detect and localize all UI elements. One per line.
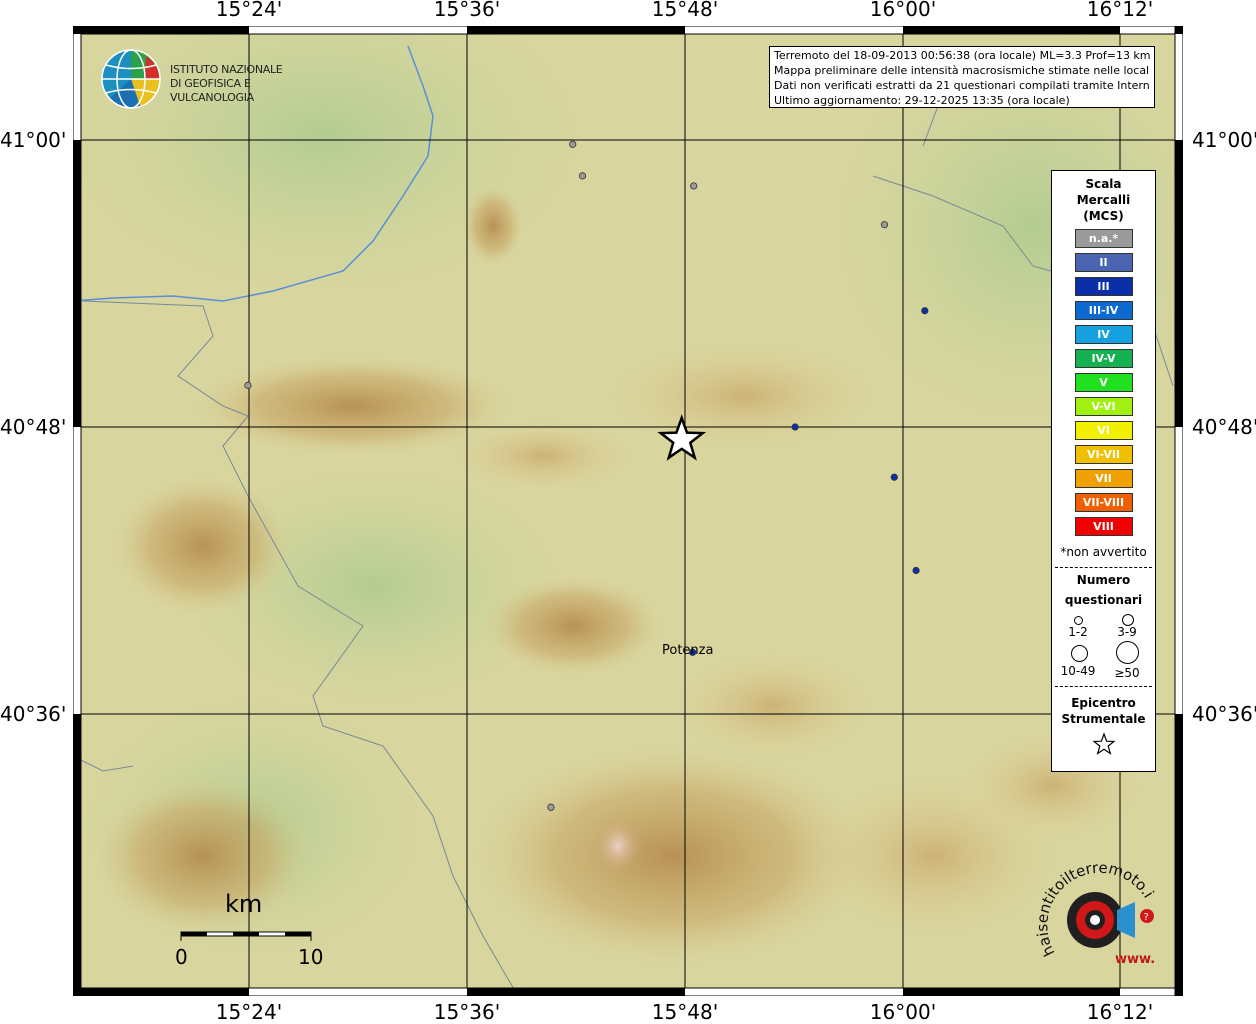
legend-title-line3: (MCS) <box>1083 209 1124 223</box>
ingv-logo: ISTITUTO NAZIONALE DI GEOFISICA E VULCAN… <box>100 48 330 110</box>
size-label-2: 3-9 <box>1117 625 1137 639</box>
lon-tick-bottom-4: 16°00' <box>869 1000 937 1024</box>
legend-title-line2: Mercalli <box>1076 193 1131 207</box>
lat-tick-left-2: 40°48' <box>0 415 67 439</box>
lat-tick-right-1: 41°00' <box>1192 128 1256 152</box>
intensity-swatch: IV-V <box>1074 349 1133 368</box>
legend: Scala Mercalli (MCS) n.a.* II III III-IV IV I… <box>1051 170 1156 772</box>
epicenter-star-icon <box>1091 732 1116 755</box>
size-circle-xlarge <box>1116 641 1139 664</box>
intensity-swatch: V-VI <box>1074 397 1133 416</box>
observation-point[interactable] <box>912 566 920 575</box>
size-circle-large <box>1071 645 1088 662</box>
legend-title-line1: Scala <box>1085 177 1122 191</box>
lon-tick-bottom-5: 16°12' <box>1086 1000 1154 1024</box>
size-circle-small <box>1074 616 1083 625</box>
questionnaires-title-line2: questionari <box>1064 593 1143 607</box>
intensity-swatch: VI-VII <box>1074 445 1133 464</box>
observation-point[interactable] <box>921 307 929 315</box>
ingv-name-line1: ISTITUTO NAZIONALE <box>170 63 283 76</box>
legend-divider <box>1055 567 1152 568</box>
lon-tick-bottom-3: 15°48' <box>651 1000 719 1024</box>
intensity-swatch: VI <box>1074 421 1133 440</box>
observation-point[interactable] <box>578 172 587 180</box>
observation-point[interactable] <box>569 140 577 148</box>
scale-end: 10 <box>298 945 324 969</box>
city-label-potenza: Potenza <box>662 643 714 658</box>
lon-tick-bottom-1: 15°24' <box>215 1000 283 1024</box>
size-label-4: ≥50 <box>1114 666 1140 680</box>
intensity-swatch: n.a.* <box>1074 229 1133 248</box>
last-update-line: Ultimo aggiornamento: 29-12-2025 13:35 (… <box>774 94 1070 107</box>
lat-tick-left-1: 41°00' <box>0 128 67 152</box>
intensity-swatch: IV <box>1074 325 1133 344</box>
data-source-line: Dati non verificati estratti da 21 quest… <box>774 79 1150 92</box>
legend-title: Scala Mercalli (MCS) <box>1052 176 1155 224</box>
intensity-swatch: V <box>1074 373 1133 392</box>
hsit-logo: haisentitoilterremoto.it ? www. <box>1035 858 1158 967</box>
lat-tick-left-3: 40°36' <box>0 702 67 726</box>
event-info-box: Terremoto del 18-09-2013 00:56:38 (ora l… <box>769 46 1155 108</box>
svg-text:?: ? <box>1144 912 1149 923</box>
intensity-swatches: n.a.* II III III-IV IV IV-V V V-VI VI VI-VII VII VI… <box>1052 229 1155 536</box>
observation-point[interactable] <box>791 423 799 431</box>
globe-icon <box>101 49 161 109</box>
observation-point[interactable] <box>244 381 252 389</box>
lon-tick-bottom-2: 15°36' <box>433 1000 501 1024</box>
event-info-line: Terremoto del 18-09-2013 00:56:38 (ora l… <box>774 49 1150 62</box>
scale-start: 0 <box>175 945 188 969</box>
observation-point[interactable] <box>880 221 889 229</box>
lon-tick-top-5: 16°12' <box>1086 0 1154 21</box>
map-description-line: Mappa preliminare delle intensità macros… <box>774 64 1150 77</box>
intensity-swatch: VII <box>1074 469 1133 488</box>
intensity-swatch: VIII <box>1074 517 1133 536</box>
observation-point[interactable] <box>547 803 555 811</box>
intensity-swatch: III-IV <box>1074 301 1133 320</box>
epicenter-title-line1: Epicentro <box>1071 696 1136 710</box>
ingv-name-line2: DI GEOFISICA E VULCANOLOGIA <box>170 77 254 104</box>
lon-tick-top-3: 15°48' <box>651 0 719 21</box>
lon-tick-top-2: 15°36' <box>433 0 501 21</box>
observation-point[interactable] <box>890 473 898 481</box>
map[interactable] <box>73 26 1183 996</box>
hsit-logo-www: www. <box>1115 952 1155 967</box>
scale-bar-graphic <box>180 931 312 941</box>
observation-point[interactable] <box>690 182 698 190</box>
size-label-1: 1-2 <box>1068 625 1088 639</box>
intensity-swatch: VII-VIII <box>1074 493 1133 512</box>
epicenter-title: Epicentro Strumentale <box>1052 695 1155 727</box>
epicenter-title-line2: Strumentale <box>1061 712 1146 726</box>
lon-tick-top-1: 15°24' <box>215 0 283 21</box>
lat-tick-right-2: 40°48' <box>1192 415 1256 439</box>
scale-bar: km 0 10 <box>170 890 330 970</box>
scale-unit: km <box>225 890 263 918</box>
legend-divider <box>1055 686 1152 687</box>
questionnaire-size-key: 1-2 3-9 10-49 ≥50 <box>1052 610 1155 682</box>
size-label-3: 10-49 <box>1060 664 1096 678</box>
intensity-swatch: III <box>1074 277 1133 296</box>
lon-tick-top-4: 16°00' <box>869 0 937 21</box>
questionnaires-title: Numero questionari <box>1052 570 1155 610</box>
lat-tick-right-3: 40°36' <box>1192 702 1256 726</box>
intensity-swatch: II <box>1074 253 1133 272</box>
not-felt-note: *non avvertito <box>1060 545 1147 559</box>
questionnaires-title-line1: Numero <box>1076 573 1131 587</box>
